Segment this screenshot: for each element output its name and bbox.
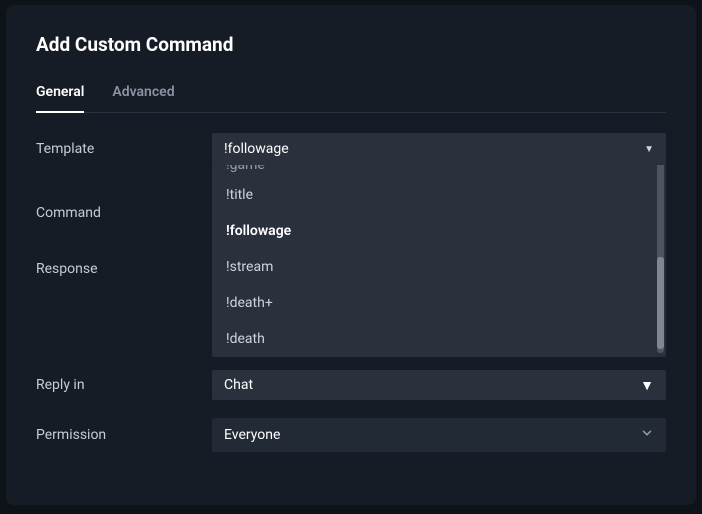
row-reply-in: Reply in Chat ▼ [36, 370, 666, 400]
field-template: !followage ▼ !game !title !followage !st… [212, 133, 666, 165]
template-select[interactable]: !followage ▼ [212, 133, 666, 165]
label-permission: Permission [36, 427, 212, 443]
row-template: Template !followage ▼ !game !title !foll… [36, 133, 666, 165]
template-dropdown: !game !title !followage !stream !death+ … [212, 165, 666, 357]
caret-down-icon: ▼ [640, 377, 654, 394]
field-permission: Everyone [212, 418, 666, 452]
reply-in-select[interactable]: Chat ▼ [212, 370, 666, 400]
template-option-game[interactable]: !game [212, 165, 666, 177]
label-template: Template [36, 133, 212, 157]
tabs: General Advanced [36, 84, 666, 113]
permission-select[interactable]: Everyone [212, 418, 666, 452]
reply-in-selected-value: Chat [224, 377, 253, 393]
add-custom-command-modal: Add Custom Command General Advanced Temp… [6, 5, 696, 505]
modal-title: Add Custom Command [36, 33, 666, 56]
dropdown-scrollbar-thumb[interactable] [657, 257, 664, 349]
permission-selected-value: Everyone [224, 427, 280, 443]
label-reply-in: Reply in [36, 377, 212, 393]
template-selected-value: !followage [224, 141, 289, 157]
label-command: Command [36, 197, 212, 221]
tab-general[interactable]: General [36, 84, 84, 112]
template-dropdown-list: !game !title !followage !stream !death+ … [212, 165, 666, 357]
template-option-deathplus[interactable]: !death+ [212, 285, 666, 321]
template-option-death[interactable]: !death [212, 321, 666, 357]
label-response: Response [36, 253, 212, 277]
tab-advanced[interactable]: Advanced [112, 84, 174, 112]
caret-down-icon: ▼ [644, 144, 654, 155]
chevron-down-icon [640, 426, 654, 444]
template-option-title[interactable]: !title [212, 177, 666, 213]
template-option-followage[interactable]: !followage [212, 213, 666, 249]
template-option-stream[interactable]: !stream [212, 249, 666, 285]
row-permission: Permission Everyone [36, 418, 666, 452]
